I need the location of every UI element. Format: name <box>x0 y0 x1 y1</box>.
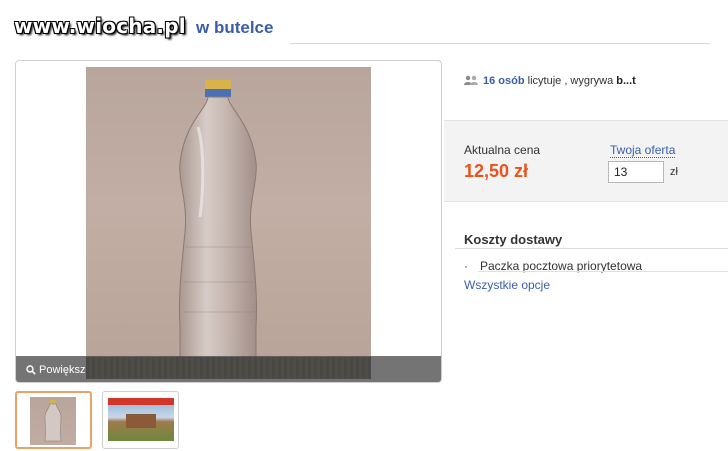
bidders-info: 16 osób licytuje , wygrywa b...t <box>464 75 636 87</box>
thumbnail-building-image <box>108 398 174 441</box>
title-divider <box>290 43 710 44</box>
users-icon <box>464 75 478 85</box>
shipping-option-divider <box>478 271 728 272</box>
listing-title: w butelce <box>196 18 274 37</box>
bottle-image <box>178 80 258 364</box>
thumbnail-building-shape <box>126 414 156 428</box>
shipping-divider <box>455 248 728 249</box>
zoom-label: Powiększ <box>39 364 86 376</box>
bidders-text: licytuje , wygrywa <box>527 75 614 87</box>
photo-gallery[interactable]: Powiększ <box>15 60 442 383</box>
bidders-count-link[interactable]: 16 osób <box>483 75 525 87</box>
thumbnail-bottle-image <box>30 397 76 445</box>
offer-unit: zł <box>670 166 678 178</box>
thumbnail-building[interactable] <box>102 391 179 449</box>
thumbnail-bottle[interactable] <box>15 391 92 449</box>
site-watermark: www.wiocha.pl <box>14 14 186 38</box>
winner-name: b...t <box>616 75 636 87</box>
current-price-label: Aktualna cena <box>464 143 541 157</box>
shipping-title: Koszty dostawy <box>464 232 563 247</box>
price-panel: Aktualna cena 12,50 zł Twoja oferta zł <box>444 120 728 202</box>
zoom-bar: Powiększ <box>16 356 441 382</box>
zoom-button[interactable]: Powiększ <box>26 364 85 376</box>
main-photo[interactable] <box>86 67 371 379</box>
current-price-value: 12,50 zł <box>464 161 529 181</box>
magnifier-icon <box>26 365 36 375</box>
thumbnail-banner <box>108 398 174 405</box>
your-offer-link[interactable]: Twoja oferta <box>610 143 676 158</box>
bottle-thumb-icon <box>44 400 62 442</box>
all-options-link[interactable]: Wszystkie opcje <box>464 278 550 292</box>
offer-input[interactable] <box>608 161 664 183</box>
